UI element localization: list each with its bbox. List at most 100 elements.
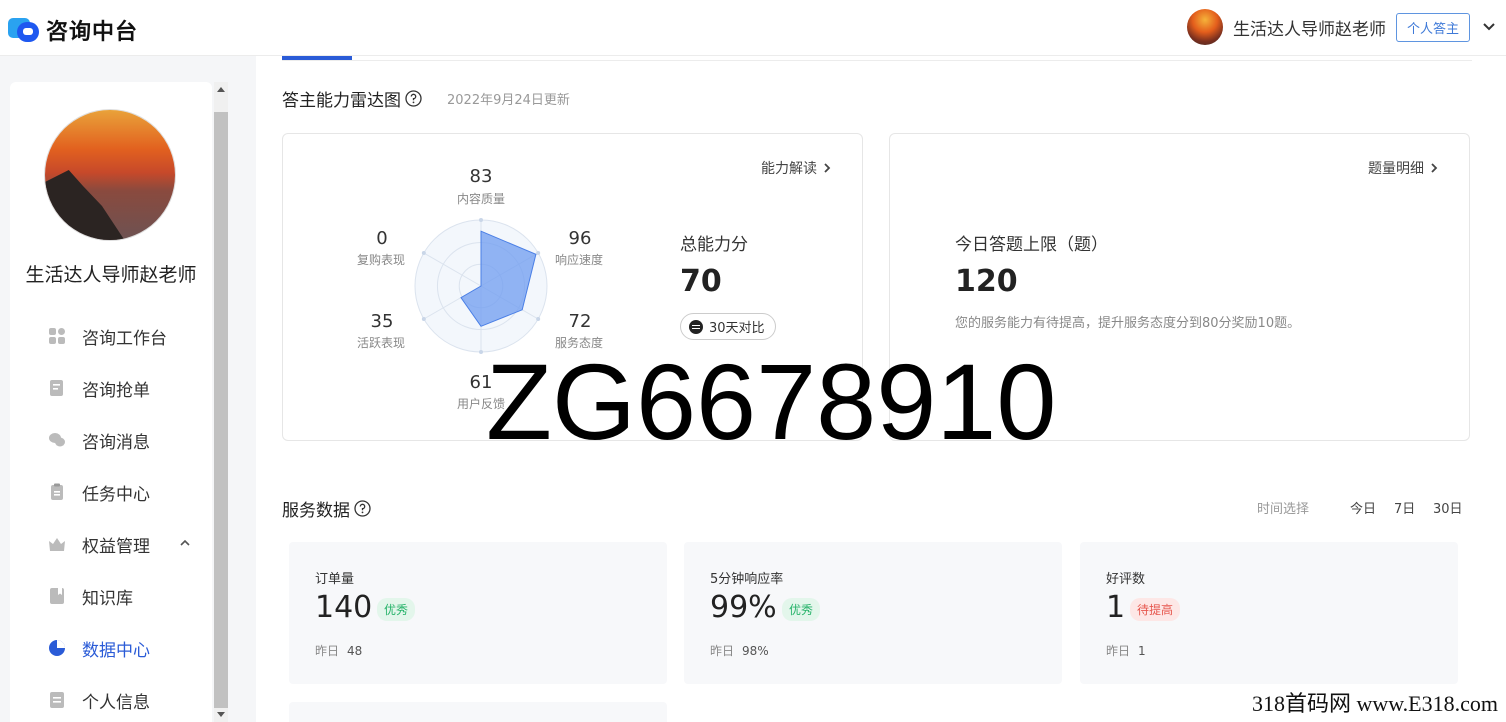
site-watermark: 318首码网 www.E318.com xyxy=(1249,686,1500,718)
stat-value: 99% xyxy=(710,590,777,625)
radar-value-content-quality: 83 xyxy=(469,166,493,187)
yesterday-value: 48 xyxy=(347,644,363,658)
time-option-7d[interactable]: 7日 xyxy=(1394,498,1415,517)
compare-label: 30天对比 xyxy=(709,321,765,336)
app-logo[interactable]: 咨询中台 xyxy=(8,14,138,46)
sidebar-item-knowledge[interactable]: 知识库 xyxy=(10,570,212,622)
service-section-title: 服务数据 xyxy=(282,496,371,521)
pie-chart-icon xyxy=(48,639,66,657)
watermark-text: ZG6678910 xyxy=(486,341,1057,462)
compare-30-days-button[interactable]: 30天对比 xyxy=(680,313,776,340)
stat-card-good-reviews[interactable]: 好评数 1 待提高 昨日 1 xyxy=(1080,542,1458,684)
sidebar-item-benefits[interactable]: 权益管理 xyxy=(10,518,212,570)
header-user-name: 生活达人导师赵老师 xyxy=(1232,19,1386,40)
chevron-down-icon[interactable] xyxy=(1482,20,1496,34)
service-title-text: 服务数据 xyxy=(282,501,350,521)
status-badge: 优秀 xyxy=(782,598,821,621)
daily-limit-value: 120 xyxy=(955,264,1018,299)
total-score-value: 70 xyxy=(680,264,722,299)
compare-icon xyxy=(689,319,703,334)
radar-label-content-quality: 内容质量 xyxy=(456,192,505,206)
book-icon xyxy=(48,587,66,605)
logo-icon xyxy=(8,17,40,43)
stat-yesterday: 昨日 98% xyxy=(710,642,769,659)
time-select-label: 时间选择 xyxy=(1257,502,1310,517)
scroll-down-icon[interactable] xyxy=(217,712,225,717)
sidebar-item-messages[interactable]: 咨询消息 xyxy=(10,414,212,466)
sidebar-avatar xyxy=(45,110,175,240)
chat-icon xyxy=(48,431,66,449)
scrollbar-thumb[interactable] xyxy=(214,112,228,708)
yesterday-label: 昨日 xyxy=(710,644,735,658)
stat-value: 1 xyxy=(1106,590,1126,625)
sidebar-item-label: 任务中心 xyxy=(82,484,150,505)
sidebar-item-label: 知识库 xyxy=(82,588,133,609)
scroll-up-icon[interactable] xyxy=(217,87,225,92)
sidebar-item-tasks[interactable]: 任务中心 xyxy=(10,466,212,518)
sidebar-item-label: 咨询抢单 xyxy=(82,380,150,401)
user-menu[interactable]: 生活达人导师赵老师 个人答主 xyxy=(1186,9,1496,45)
link-text: 能力解读 xyxy=(761,161,817,177)
avatar[interactable] xyxy=(1186,9,1223,45)
stat-title: 订单量 xyxy=(315,572,355,587)
sidebar-item-workbench[interactable]: 咨询工作台 xyxy=(10,310,212,362)
yesterday-label: 昨日 xyxy=(1106,644,1131,658)
radar-axis-end xyxy=(479,218,483,222)
sidebar-item-label: 个人信息 xyxy=(82,692,150,713)
sidebar-item-data-center[interactable]: 数据中心 xyxy=(10,622,212,674)
sidebar-item-label: 数据中心 xyxy=(82,640,150,661)
tab-active-indicator xyxy=(282,56,352,60)
sidebar-item-label: 咨询消息 xyxy=(82,432,150,453)
total-score-label: 总能力分 xyxy=(680,235,748,255)
stat-title: 5分钟响应率 xyxy=(710,572,784,587)
sidebar-item-grab-orders[interactable]: 咨询抢单 xyxy=(10,362,212,414)
chevron-right-icon xyxy=(1431,163,1438,173)
time-option-30d[interactable]: 30日 xyxy=(1433,498,1463,517)
radar-label-activity: 活跃表现 xyxy=(356,336,405,350)
radar-label-response-speed: 响应速度 xyxy=(554,253,603,267)
status-badge: 待提高 xyxy=(1130,598,1181,621)
clipboard-icon xyxy=(48,483,66,501)
sidebar-user-name: 生活达人导师赵老师 xyxy=(25,264,197,286)
stat-card-response-rate[interactable]: 5分钟响应率 99% 优秀 昨日 98% xyxy=(684,542,1062,684)
dashboard-icon xyxy=(48,327,66,345)
edit-note-icon xyxy=(48,379,66,397)
chevron-up-icon[interactable] xyxy=(180,538,190,548)
top-bar: 咨询中台 生活达人导师赵老师 个人答主 xyxy=(0,0,1506,56)
help-icon[interactable] xyxy=(405,90,422,107)
stat-yesterday: 昨日 48 xyxy=(315,642,362,659)
radar-label-repurchase: 复购表现 xyxy=(356,253,405,267)
stat-card-orders[interactable]: 订单量 140 优秀 昨日 48 xyxy=(289,542,667,684)
chevron-right-icon xyxy=(824,163,831,173)
radar-value-service-attitude: 72 xyxy=(568,311,592,332)
help-icon[interactable] xyxy=(354,500,371,517)
link-text: 题量明细 xyxy=(1368,161,1424,177)
stat-title: 好评数 xyxy=(1106,572,1146,587)
stat-yesterday: 昨日 1 xyxy=(1106,642,1146,659)
question-detail-link[interactable]: 题量明细 xyxy=(1368,158,1438,178)
crown-icon xyxy=(48,535,66,553)
sidebar-item-label: 咨询工作台 xyxy=(82,328,167,349)
yesterday-label: 昨日 xyxy=(315,644,340,658)
radar-value-activity: 35 xyxy=(370,311,394,332)
ability-interpretation-link[interactable]: 能力解读 xyxy=(761,158,831,178)
sidebar-scrollbar[interactable] xyxy=(214,82,228,722)
sidebar-menu: 咨询工作台 咨询抢单 咨询消息 任务中心 权益管理 知识库 数据中心 个人信息 xyxy=(10,310,212,722)
time-option-today[interactable]: 今日 xyxy=(1350,498,1376,517)
radar-value-response-speed: 96 xyxy=(568,228,592,249)
tab-bar xyxy=(282,56,1472,61)
app-title: 咨询中台 xyxy=(46,20,139,45)
radar-title-text: 答主能力雷达图 xyxy=(282,91,401,111)
daily-limit-note: 您的服务能力有待提高，提升服务态度分到80分奖励10题。 xyxy=(955,316,1301,331)
stat-value: 140 xyxy=(315,590,373,625)
radar-axis-end xyxy=(479,350,483,354)
daily-limit-label: 今日答题上限（题） xyxy=(955,235,1108,255)
role-badge[interactable]: 个人答主 xyxy=(1395,12,1470,42)
stat-card-next-row xyxy=(289,702,667,722)
sidebar-item-profile[interactable]: 个人信息 xyxy=(10,674,212,722)
radar-value-repurchase: 0 xyxy=(376,228,388,249)
status-badge: 优秀 xyxy=(377,598,416,621)
sidebar-item-label: 权益管理 xyxy=(82,536,150,557)
profile-icon xyxy=(48,691,66,709)
radar-axis-end xyxy=(421,317,426,321)
